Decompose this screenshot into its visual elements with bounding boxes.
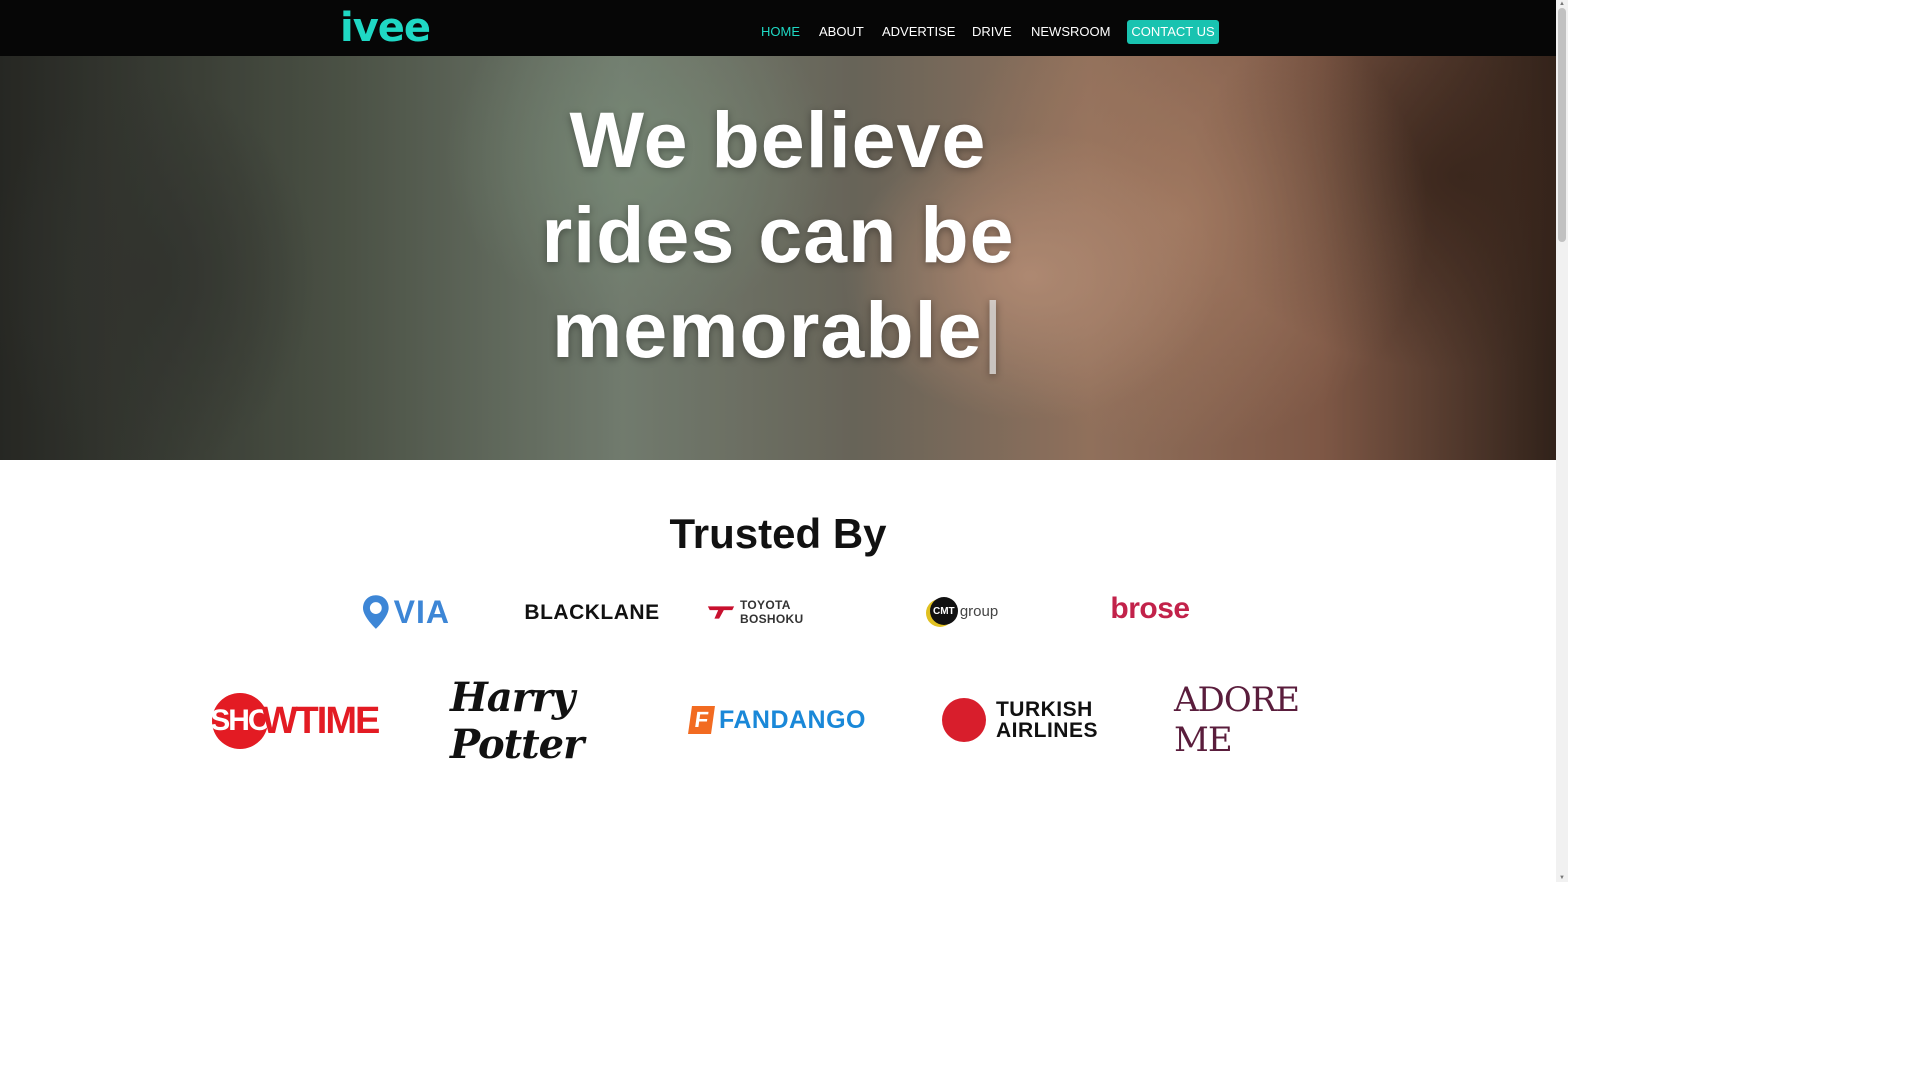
nav-advertise[interactable]: ADVERTISE — [882, 20, 955, 44]
hero-line-1: We believe — [569, 95, 987, 184]
nav-about[interactable]: ABOUT — [819, 20, 864, 44]
via-pin-icon — [362, 595, 389, 629]
turkish-airlines-wordmark: TURKISH AIRLINES — [996, 699, 1098, 741]
nav-newsroom[interactable]: NEWSROOM — [1031, 20, 1110, 44]
toyota-boshoku-logo: TOYOTA BOSHOKU — [706, 598, 850, 626]
brose-logo: brose — [1110, 592, 1190, 625]
toyota-boshoku-wordmark: TOYOTA BOSHOKU — [740, 598, 804, 626]
blacklane-logo: BLACKLANE — [524, 601, 660, 624]
contact-us-button[interactable]: CONTACT US — [1127, 20, 1219, 44]
ivee-logo[interactable]: ivee — [340, 6, 431, 50]
cmt-mark: CMT — [929, 597, 958, 625]
turkish-airlines-icon — [941, 698, 986, 742]
cmt-group-logo: CMT group — [918, 592, 1010, 630]
showtime-wordmark: WTIME — [261, 699, 381, 742]
scroll-down-arrow[interactable]: ▼ — [1556, 874, 1568, 882]
fandango-logo: F FANDANGO — [688, 702, 866, 738]
via-logo: VIA — [362, 592, 450, 632]
turkish-airlines-logo: TURKISH AIRLINES — [936, 694, 1104, 746]
adore-me-logo: ADORE ME — [1174, 680, 1300, 760]
nav-drive[interactable]: DRIVE — [972, 20, 1012, 44]
harry-potter-logo: Harry Potter — [450, 674, 584, 768]
turkish-line-2: AIRLINES — [995, 719, 1098, 742]
hero-banner: We believe rides can be memorable| — [0, 56, 1556, 460]
scroll-up-arrow[interactable]: ▲ — [1556, 0, 1568, 8]
page-scrollbar[interactable]: ▲ ▼ — [1556, 0, 1568, 882]
toyota-boshoku-icon — [707, 606, 735, 619]
showtime-mark: SHO — [210, 693, 271, 749]
turkish-line-1: TURKISH — [995, 698, 1093, 721]
nav-home[interactable]: HOME — [761, 20, 800, 44]
showtime-logo: SHO WTIME — [210, 690, 381, 752]
cmt-wordmark: group — [959, 602, 999, 620]
via-wordmark: VIA — [393, 593, 450, 630]
typing-caret: | — [982, 285, 1005, 374]
hero-line-3: memorable — [551, 285, 983, 374]
scroll-thumb[interactable] — [1558, 8, 1566, 242]
fandango-mark: F — [688, 706, 715, 734]
hero-line-2: rides can be — [541, 190, 1015, 279]
hero-headline: We believe rides can be memorable| — [478, 92, 1078, 377]
top-navigation-bar: ivee HOME ABOUT ADVERTISE DRIVE NEWSROOM… — [0, 0, 1556, 56]
fandango-wordmark: FANDANGO — [718, 705, 866, 734]
trusted-by-heading: Trusted By — [669, 510, 887, 557]
